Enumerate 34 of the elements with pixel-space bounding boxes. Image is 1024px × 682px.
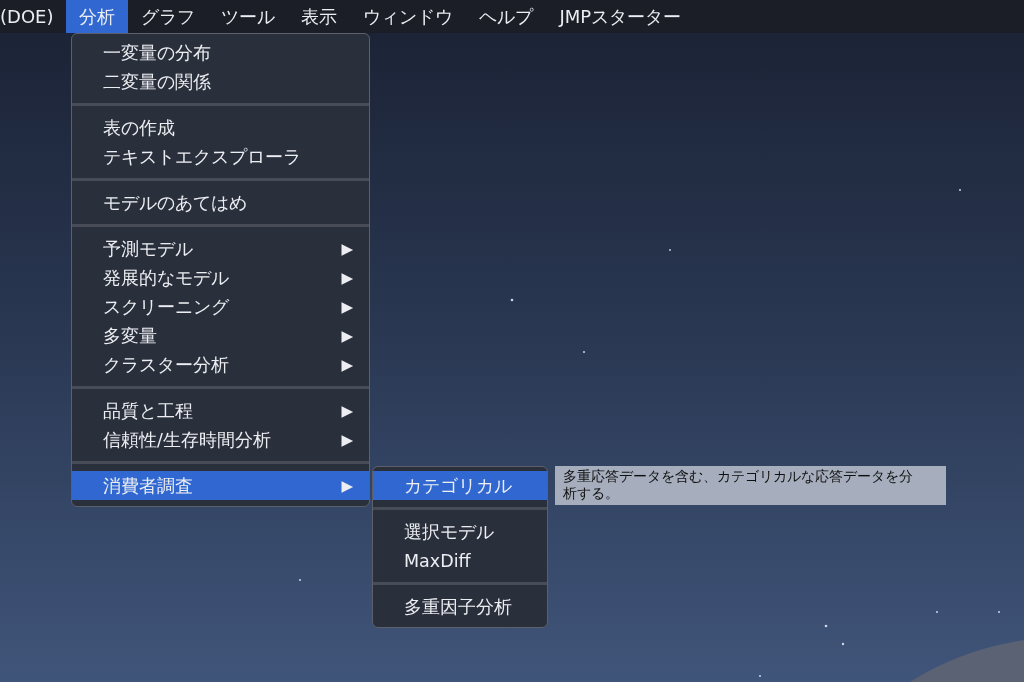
- menu-item[interactable]: カテゴリカル: [373, 471, 547, 500]
- menu-bar-item[interactable]: ツール: [208, 0, 289, 33]
- menu-bar-item[interactable]: 分析: [66, 0, 129, 33]
- submenu-arrow: ▶: [341, 401, 353, 420]
- menu-item[interactable]: 発展的なモデル ▶: [72, 263, 369, 292]
- menu-bar-item[interactable]: ヘルプ: [466, 0, 547, 33]
- menu-item[interactable]: 表の作成: [72, 113, 369, 142]
- menu-item[interactable]: テキストエクスプローラ: [72, 142, 369, 171]
- menu-item[interactable]: 多変量 ▶: [72, 321, 369, 350]
- menu-item[interactable]: 多重因子分析: [373, 592, 547, 621]
- submenu-arrow: ▶: [341, 355, 353, 374]
- submenu-arrow: ▶: [341, 297, 353, 316]
- menu-item[interactable]: MaxDiff: [373, 546, 547, 575]
- menu-item[interactable]: 二変量の関係: [72, 67, 369, 96]
- submenu-arrow: ▶: [341, 268, 353, 287]
- tooltip: 多重応答データを含む、カテゴリカルな応答データを分析する。: [555, 466, 946, 505]
- menu-item[interactable]: 信頼性/生存時間分析 ▶: [72, 425, 369, 454]
- submenu-arrow: ▶: [341, 476, 353, 495]
- menu-item[interactable]: 消費者調査 ▶: [72, 471, 369, 500]
- menu-item[interactable]: クラスター分析 ▶: [72, 350, 369, 379]
- menu-item[interactable]: 品質と工程 ▶: [72, 396, 369, 425]
- menu-bar-item[interactable]: 表示: [288, 0, 351, 33]
- menu-bar-item[interactable]: グラフ: [128, 0, 209, 33]
- menu-item[interactable]: 一変量の分布: [72, 38, 369, 67]
- submenu-arrow: ▶: [341, 430, 353, 449]
- menu-bar-item[interactable]: JMPスターター: [546, 0, 695, 33]
- menu-item[interactable]: 予測モデル ▶: [72, 234, 369, 263]
- submenu-arrow: ▶: [341, 326, 353, 345]
- menu-item[interactable]: 選択モデル: [373, 517, 547, 546]
- menu-bar-item[interactable]: (DOE): [0, 0, 67, 33]
- submenu-arrow: ▶: [341, 239, 353, 258]
- menu-item[interactable]: モデルのあてはめ: [72, 188, 369, 217]
- menu-bar-item[interactable]: ウィンドウ: [350, 0, 467, 33]
- menu-item[interactable]: スクリーニング ▶: [72, 292, 369, 321]
